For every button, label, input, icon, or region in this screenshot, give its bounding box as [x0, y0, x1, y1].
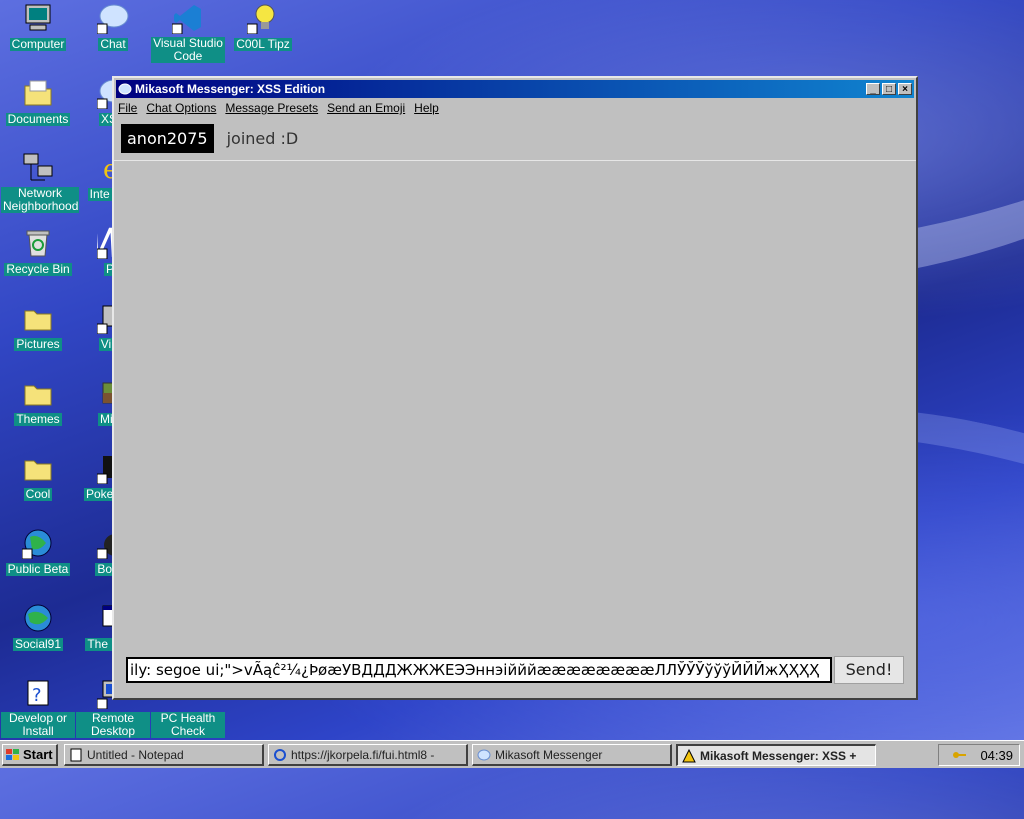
menu-send-emoji[interactable]: Send an Emoji [327, 101, 405, 115]
task-messenger[interactable]: Mikasoft Messenger [472, 744, 672, 766]
vscode-icon [171, 2, 204, 35]
desktop-icon-public-beta[interactable]: Public Beta [1, 527, 75, 576]
task-browser[interactable]: https://jkorpela.fi/fui.html8 - [268, 744, 468, 766]
taskbar: Start Untitled - Notepad https://jkorpel… [0, 740, 1024, 768]
task-label: Mikasoft Messenger [495, 747, 603, 762]
notepad-icon [69, 748, 83, 762]
username-badge: anon2075 [121, 124, 214, 153]
network-icon [22, 152, 54, 184]
maximize-button[interactable]: □ [882, 83, 896, 95]
menu-message-presets[interactable]: Message Presets [225, 101, 318, 115]
desktop-icon-label: Visual Studio Code [151, 37, 225, 63]
desktop-icon-label: Computer [9, 37, 67, 51]
clock[interactable]: 04:39 [980, 748, 1013, 763]
task-label: https://jkorpela.fi/fui.html8 - [291, 747, 435, 762]
desktop-icon-network[interactable]: Network Neighborhood [1, 152, 79, 213]
develop-icon: ? [22, 677, 54, 709]
public-beta-icon [21, 527, 54, 560]
desktop-icon-label: Cool [23, 487, 53, 501]
send-button[interactable]: Send! [834, 656, 904, 684]
key-icon[interactable] [952, 749, 967, 761]
menu-file[interactable]: File [118, 101, 137, 115]
messenger-icon [118, 82, 132, 96]
cool-folder-icon [22, 452, 54, 484]
desktop-icon-computer[interactable]: Computer [1, 2, 75, 51]
desktop-icon-label: Chat [98, 37, 128, 51]
compose-row: ily: segoe ui;">vÃąĉ²¼¿ÞøæУВДДДЖЖЖЕЭЭннэ… [126, 656, 906, 684]
tips-icon [246, 2, 279, 35]
minimize-button[interactable]: _ [866, 83, 880, 95]
desktop-icon-chat[interactable]: Chat [76, 2, 150, 51]
desktop-icon-themes[interactable]: Themes [1, 377, 75, 426]
pictures-folder-icon [22, 302, 54, 334]
messenger-icon [477, 748, 491, 762]
close-button[interactable]: × [898, 83, 912, 95]
svg-text:?: ? [32, 685, 42, 706]
message-text: joined :D [226, 129, 299, 148]
desktop-icon-label: Develop or Install [1, 712, 75, 738]
desktop-icon-pictures[interactable]: Pictures [1, 302, 75, 351]
desktop-icon-social91[interactable]: Social91 [1, 602, 75, 651]
windows-logo-icon [5, 748, 21, 762]
recycle-bin-icon [22, 227, 54, 259]
task-label: Untitled - Notepad [87, 747, 184, 762]
task-notepad[interactable]: Untitled - Notepad [64, 744, 264, 766]
task-messenger-xss[interactable]: Mikasoft Messenger: XSS + [676, 744, 876, 766]
menu-help[interactable]: Help [414, 101, 439, 115]
themes-folder-icon [22, 377, 54, 409]
menu-chat-options[interactable]: Chat Options [146, 101, 216, 115]
desktop-icon-label: Documents [5, 112, 71, 126]
chat-log: anon2075 joined :D [114, 120, 916, 161]
social91-icon [22, 602, 54, 634]
messenger-window: Mikasoft Messenger: XSS Edition _ □ × Fi… [112, 76, 918, 700]
desktop-icon-vscode[interactable]: Visual Studio Code [151, 2, 225, 63]
title-bar[interactable]: Mikasoft Messenger: XSS Edition _ □ × [116, 80, 914, 98]
desktop-icon-label: Social91 [12, 637, 64, 651]
menu-bar: File Chat Options Message Presets Send a… [114, 99, 916, 117]
start-button[interactable]: Start [2, 744, 58, 766]
desktop-icon-label: Remote Desktop [76, 712, 150, 738]
desktop-icon-cool[interactable]: Cool [1, 452, 75, 501]
message-input[interactable]: ily: segoe ui;">vÃąĉ²¼¿ÞøæУВДДДЖЖЖЕЭЭннэ… [126, 657, 832, 683]
desktop-icon-label: Themes [14, 412, 62, 426]
start-label: Start [23, 747, 53, 762]
desktop-icon-label: Public Beta [5, 562, 71, 576]
system-tray: 04:39 [938, 744, 1020, 766]
computer-icon [22, 2, 54, 34]
desktop-icon-label: Recycle Bin [4, 262, 72, 276]
desktop-icon-label: Network Neighborhood [1, 186, 79, 213]
desktop-icon-recycle-bin[interactable]: Recycle Bin [1, 227, 75, 276]
warning-icon [682, 748, 696, 763]
chat-message: anon2075 joined :D [114, 120, 916, 157]
desktop-icon-cool-tipz[interactable]: C00L Tipz [226, 2, 300, 51]
desktop-icon-label: PC Health Check [151, 712, 225, 738]
window-title: Mikasoft Messenger: XSS Edition [135, 82, 326, 96]
task-label: Mikasoft Messenger: XSS + [700, 748, 857, 763]
desktop-icon-label: Pictures [14, 337, 62, 351]
browser-icon [273, 748, 287, 762]
desktop-icon-develop[interactable]: ? Develop or Install [1, 677, 75, 738]
desktop-icon-label: C00L Tipz [234, 37, 292, 51]
chat-bubble-icon [96, 2, 129, 35]
documents-folder-icon [22, 77, 54, 109]
desktop-icon-documents[interactable]: Documents [1, 77, 75, 126]
